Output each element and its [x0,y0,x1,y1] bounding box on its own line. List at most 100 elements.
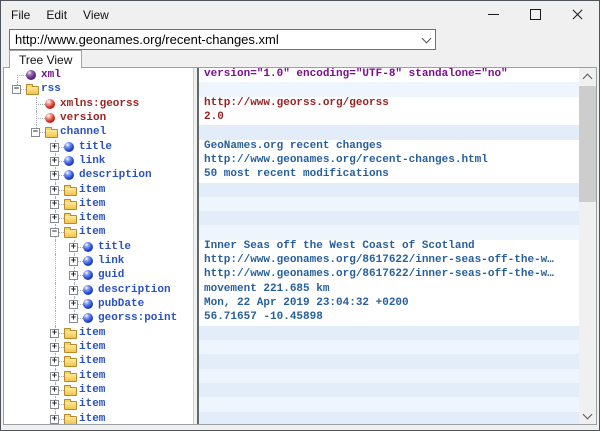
expand-icon[interactable]: + [50,186,59,195]
tree-row[interactable]: +description [4,283,193,297]
tree-row[interactable]: +item [4,412,193,425]
tree-row[interactable]: +item [4,354,193,368]
folder-icon [64,387,77,396]
tree-row[interactable]: + pubDate [4,297,193,311]
tree-row[interactable]: xmlns:georss [4,97,193,111]
tab-tree-view[interactable]: Tree View [9,50,82,68]
xml-declaration-icon [26,70,36,80]
tree-row[interactable]: +title [4,240,193,254]
node-label: rss [41,83,61,96]
expand-icon[interactable]: + [69,286,78,295]
folder-icon [64,330,77,339]
value-row [199,125,579,139]
element-icon [83,270,93,280]
menu-view[interactable]: View [75,4,117,26]
tree-row[interactable]: + item [4,197,193,211]
node-label: pubDate [98,298,144,311]
folder-icon [64,229,77,238]
chevron-down-icon [421,33,431,43]
expand-icon[interactable]: + [50,400,59,409]
menu-edit[interactable]: Edit [38,4,75,26]
tree-row[interactable]: +item [4,326,193,340]
collapse-icon[interactable]: − [31,128,40,137]
address-combobox [9,29,436,50]
tree-row[interactable]: −item [4,225,193,239]
value-row [199,354,579,368]
node-label: item [79,398,105,411]
expand-icon[interactable]: + [50,386,59,395]
value-row [199,383,579,397]
value-row: movement 221.685 km [199,283,579,297]
folder-icon [45,129,58,138]
expand-icon[interactable]: + [50,171,59,180]
expand-icon[interactable]: + [69,243,78,252]
expand-icon[interactable]: + [50,200,59,209]
expand-icon[interactable]: + [50,143,59,152]
tree-row[interactable]: +guid [4,268,193,282]
menu-file[interactable]: File [3,4,38,26]
folder-icon [64,344,77,353]
tree-row[interactable]: version [4,111,193,125]
tree-row[interactable]: +link [4,254,193,268]
close-button[interactable] [556,2,598,27]
expand-icon[interactable]: + [50,357,59,366]
node-label: channel [60,126,106,139]
chevron-up-icon [583,73,593,83]
expand-icon[interactable]: + [50,343,59,352]
maximize-button[interactable] [514,2,556,27]
node-label: georss:point [98,312,177,325]
element-icon [64,170,74,180]
minimize-button[interactable] [472,2,514,27]
value-row: version="1.0" encoding="UTF-8" standalon… [199,68,579,82]
expand-icon[interactable]: + [69,257,78,266]
element-icon [83,285,93,295]
attribute-icon [45,113,55,123]
tree-row[interactable]: +item [4,340,193,354]
node-label: item [79,384,105,397]
value-row: http://www.georss.org/georss [199,97,579,111]
scrollbar-thumb[interactable] [579,86,596,202]
tree-row[interactable]: − rss [4,82,193,96]
expand-icon[interactable]: + [50,372,59,381]
expand-icon[interactable]: + [50,329,59,338]
expand-icon[interactable]: + [50,157,59,166]
address-dropdown-button[interactable] [417,30,435,49]
element-icon [83,256,93,266]
scroll-down-button[interactable] [579,407,596,424]
expand-icon[interactable]: + [69,271,78,280]
tree-row[interactable]: +item [4,183,193,197]
node-label: item [79,198,105,211]
node-label: link [79,155,105,168]
tree-row[interactable]: + georss:point [4,311,193,325]
tree-row[interactable]: + item [4,397,193,411]
expand-icon[interactable]: + [69,314,78,323]
tree-row[interactable]: +title [4,140,193,154]
xml-tree-pane: xml−rssxmlns:georssversion−channel+title… [4,68,193,424]
address-input[interactable] [10,30,435,49]
collapse-icon[interactable]: − [12,85,21,94]
tab-label: Tree View [19,53,72,67]
tree-row[interactable]: xml [4,68,193,82]
menu-bar: File Edit View [3,2,117,27]
collapse-icon[interactable]: − [50,228,59,237]
expand-icon[interactable]: + [69,300,78,309]
scroll-up-button[interactable] [579,68,596,85]
value-row: http://www.geonames.org/8617622/inner-se… [199,268,579,282]
tree-row[interactable]: + description [4,168,193,182]
expand-icon[interactable]: + [50,415,59,424]
node-label: description [79,169,152,182]
tree-row[interactable]: + item [4,383,193,397]
vertical-scrollbar[interactable] [579,68,596,424]
tree-row[interactable]: − channel [4,125,193,139]
value-row: 56.71657 -10.45898 [199,311,579,325]
expand-icon[interactable]: + [50,214,59,223]
tree-row[interactable]: +item [4,211,193,225]
tree-row[interactable]: + link [4,154,193,168]
close-icon [572,9,583,20]
node-label: item [79,370,105,383]
folder-icon [64,187,77,196]
element-icon [64,142,74,152]
maximize-icon [530,9,541,20]
tree-row[interactable]: + item [4,369,193,383]
folder-icon [64,373,77,382]
